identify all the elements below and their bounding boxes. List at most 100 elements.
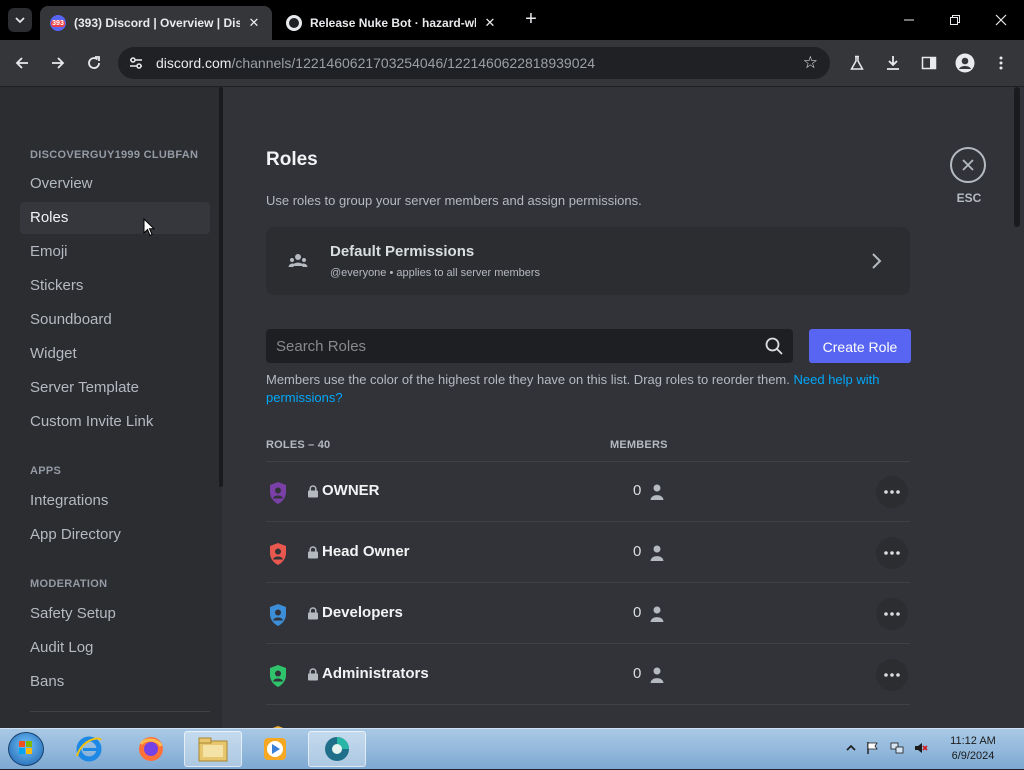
side-panel-icon: [921, 56, 937, 70]
windows-taskbar: 11:12 AM 6/9/2024: [0, 728, 1024, 769]
lock-icon: [308, 668, 318, 681]
restore-button[interactable]: [932, 0, 978, 40]
roles-count-header: ROLES – 40: [266, 439, 331, 451]
browser-menu-button[interactable]: [990, 52, 1012, 74]
default-permissions-title: Default Permissions: [330, 243, 475, 260]
chrome-app-icon: [325, 737, 349, 761]
taskbar-chrome-discord[interactable]: [308, 731, 366, 767]
role-row-partial[interactable]: [266, 706, 910, 728]
server-name-heading: DISCOVERGUY1999 CLUBFAN: [30, 149, 199, 161]
downloads-button[interactable]: [882, 52, 904, 74]
browser-tab-bar: 393 (393) Discord | Overview | Disc ✕ Re…: [0, 0, 1024, 40]
reload-button[interactable]: [82, 51, 106, 75]
system-clock[interactable]: 11:12 AM 6/9/2024: [940, 734, 1006, 764]
start-button[interactable]: [8, 732, 44, 766]
tab-github[interactable]: Release Nuke Bot · hazard-wb ✕: [276, 6, 508, 40]
sidebar-item-custom-invite-link[interactable]: Custom Invite Link: [20, 406, 210, 438]
sidebar-item-server-template[interactable]: Server Template: [20, 372, 210, 404]
arrow-right-icon: [52, 57, 65, 69]
role-more-options-button[interactable]: [876, 537, 908, 569]
address-bar[interactable]: discord.com/channels/1221460621703254046…: [118, 47, 830, 79]
url-host: discord.com: [156, 55, 232, 71]
firefox-icon: [139, 737, 163, 761]
volume-muted-icon[interactable]: [914, 741, 928, 755]
sidebar-item-overview[interactable]: Overview: [20, 168, 210, 200]
role-name: Developers: [322, 604, 403, 621]
side-panel-button[interactable]: [918, 52, 940, 74]
arrow-left-icon: [15, 57, 28, 69]
sidebar-item-soundboard[interactable]: Soundboard: [20, 304, 210, 336]
role-row[interactable]: Developers 0: [266, 584, 910, 644]
profile-button[interactable]: [954, 52, 976, 74]
create-role-button[interactable]: Create Role: [809, 329, 911, 363]
close-settings-button[interactable]: [950, 147, 986, 183]
minimize-icon: [904, 19, 914, 21]
page-title: Roles: [266, 149, 318, 170]
role-more-options-button[interactable]: [876, 476, 908, 508]
labs-button[interactable]: [846, 52, 868, 74]
lock-icon: [308, 546, 318, 559]
role-row[interactable]: OWNER 0: [266, 462, 910, 522]
sidebar-item-widget[interactable]: Widget: [20, 338, 210, 370]
role-name: OWNER: [322, 482, 380, 499]
tab-search-button[interactable]: [8, 8, 32, 32]
roles-help-text: Members use the color of the highest rol…: [266, 371, 916, 407]
action-center-flag-icon[interactable]: [866, 741, 880, 755]
role-more-options-button[interactable]: [876, 598, 908, 630]
role-more-options-button[interactable]: [876, 659, 908, 691]
members-group-icon: [288, 254, 308, 267]
taskbar-firefox[interactable]: [122, 731, 180, 767]
internet-explorer-icon: [76, 736, 102, 762]
role-row[interactable]: Head Owner 0: [266, 523, 910, 583]
close-tab-icon[interactable]: ✕: [246, 15, 262, 31]
taskbar-media-player[interactable]: [246, 731, 304, 767]
sidebar-item-emoji[interactable]: Emoji: [20, 236, 210, 268]
url-text[interactable]: discord.com/channels/1221460621703254046…: [156, 55, 595, 71]
taskbar-file-explorer[interactable]: [184, 731, 242, 767]
close-icon: [995, 14, 1007, 26]
role-shield-icon: [270, 665, 286, 687]
url-path: /channels/1221460621703254046/1221460622…: [231, 55, 596, 71]
lock-icon: [308, 607, 318, 620]
role-shield-icon: [270, 482, 286, 504]
minimize-button[interactable]: [886, 0, 932, 40]
tab-discord[interactable]: 393 (393) Discord | Overview | Disc ✕: [40, 6, 272, 40]
role-member-count: 0: [633, 482, 642, 499]
page-description: Use roles to group your server members a…: [266, 193, 642, 208]
sidebar-item-integrations[interactable]: Integrations: [20, 485, 210, 517]
site-info-icon[interactable]: [128, 55, 144, 71]
network-icon[interactable]: [890, 741, 904, 755]
restore-icon: [950, 15, 960, 25]
moderation-heading: MODERATION: [30, 578, 108, 590]
search-roles-input[interactable]: [266, 329, 746, 363]
download-icon: [887, 56, 899, 70]
show-hidden-icons-icon[interactable]: [844, 741, 858, 755]
role-name: Administrators: [322, 665, 429, 682]
person-icon: [650, 484, 664, 500]
github-favicon: [286, 15, 302, 31]
sidebar-item-audit-log[interactable]: Audit Log: [20, 632, 210, 664]
sidebar-item-roles[interactable]: Roles: [20, 202, 210, 234]
esc-label: ESC: [956, 191, 982, 205]
search-icon: [765, 337, 783, 355]
forward-button[interactable]: [46, 51, 70, 75]
taskbar-internet-explorer[interactable]: [60, 731, 118, 767]
bookmark-star-icon[interactable]: ☆: [803, 53, 818, 73]
sidebar-item-safety-setup[interactable]: Safety Setup: [20, 598, 210, 630]
default-permissions-card[interactable]: Default Permissions @everyone • applies …: [266, 227, 910, 295]
sidebar-item-bans[interactable]: Bans: [20, 666, 210, 698]
back-button[interactable]: [10, 51, 34, 75]
content-scrollbar[interactable]: [1014, 87, 1020, 227]
sidebar-item-stickers[interactable]: Stickers: [20, 270, 210, 302]
folder-icon: [198, 737, 228, 762]
close-tab-icon[interactable]: ✕: [482, 15, 498, 31]
close-window-button[interactable]: [978, 0, 1024, 40]
person-icon: [650, 545, 664, 561]
clock-date: 6/9/2024: [951, 750, 995, 762]
new-tab-button[interactable]: +: [520, 8, 542, 30]
more-horizontal-icon: [884, 490, 900, 494]
role-member-count: 0: [633, 665, 642, 682]
role-row[interactable]: Administrators 0: [266, 645, 910, 705]
sidebar-item-app-directory[interactable]: App Directory: [20, 519, 210, 551]
search-roles-field[interactable]: [266, 329, 793, 363]
